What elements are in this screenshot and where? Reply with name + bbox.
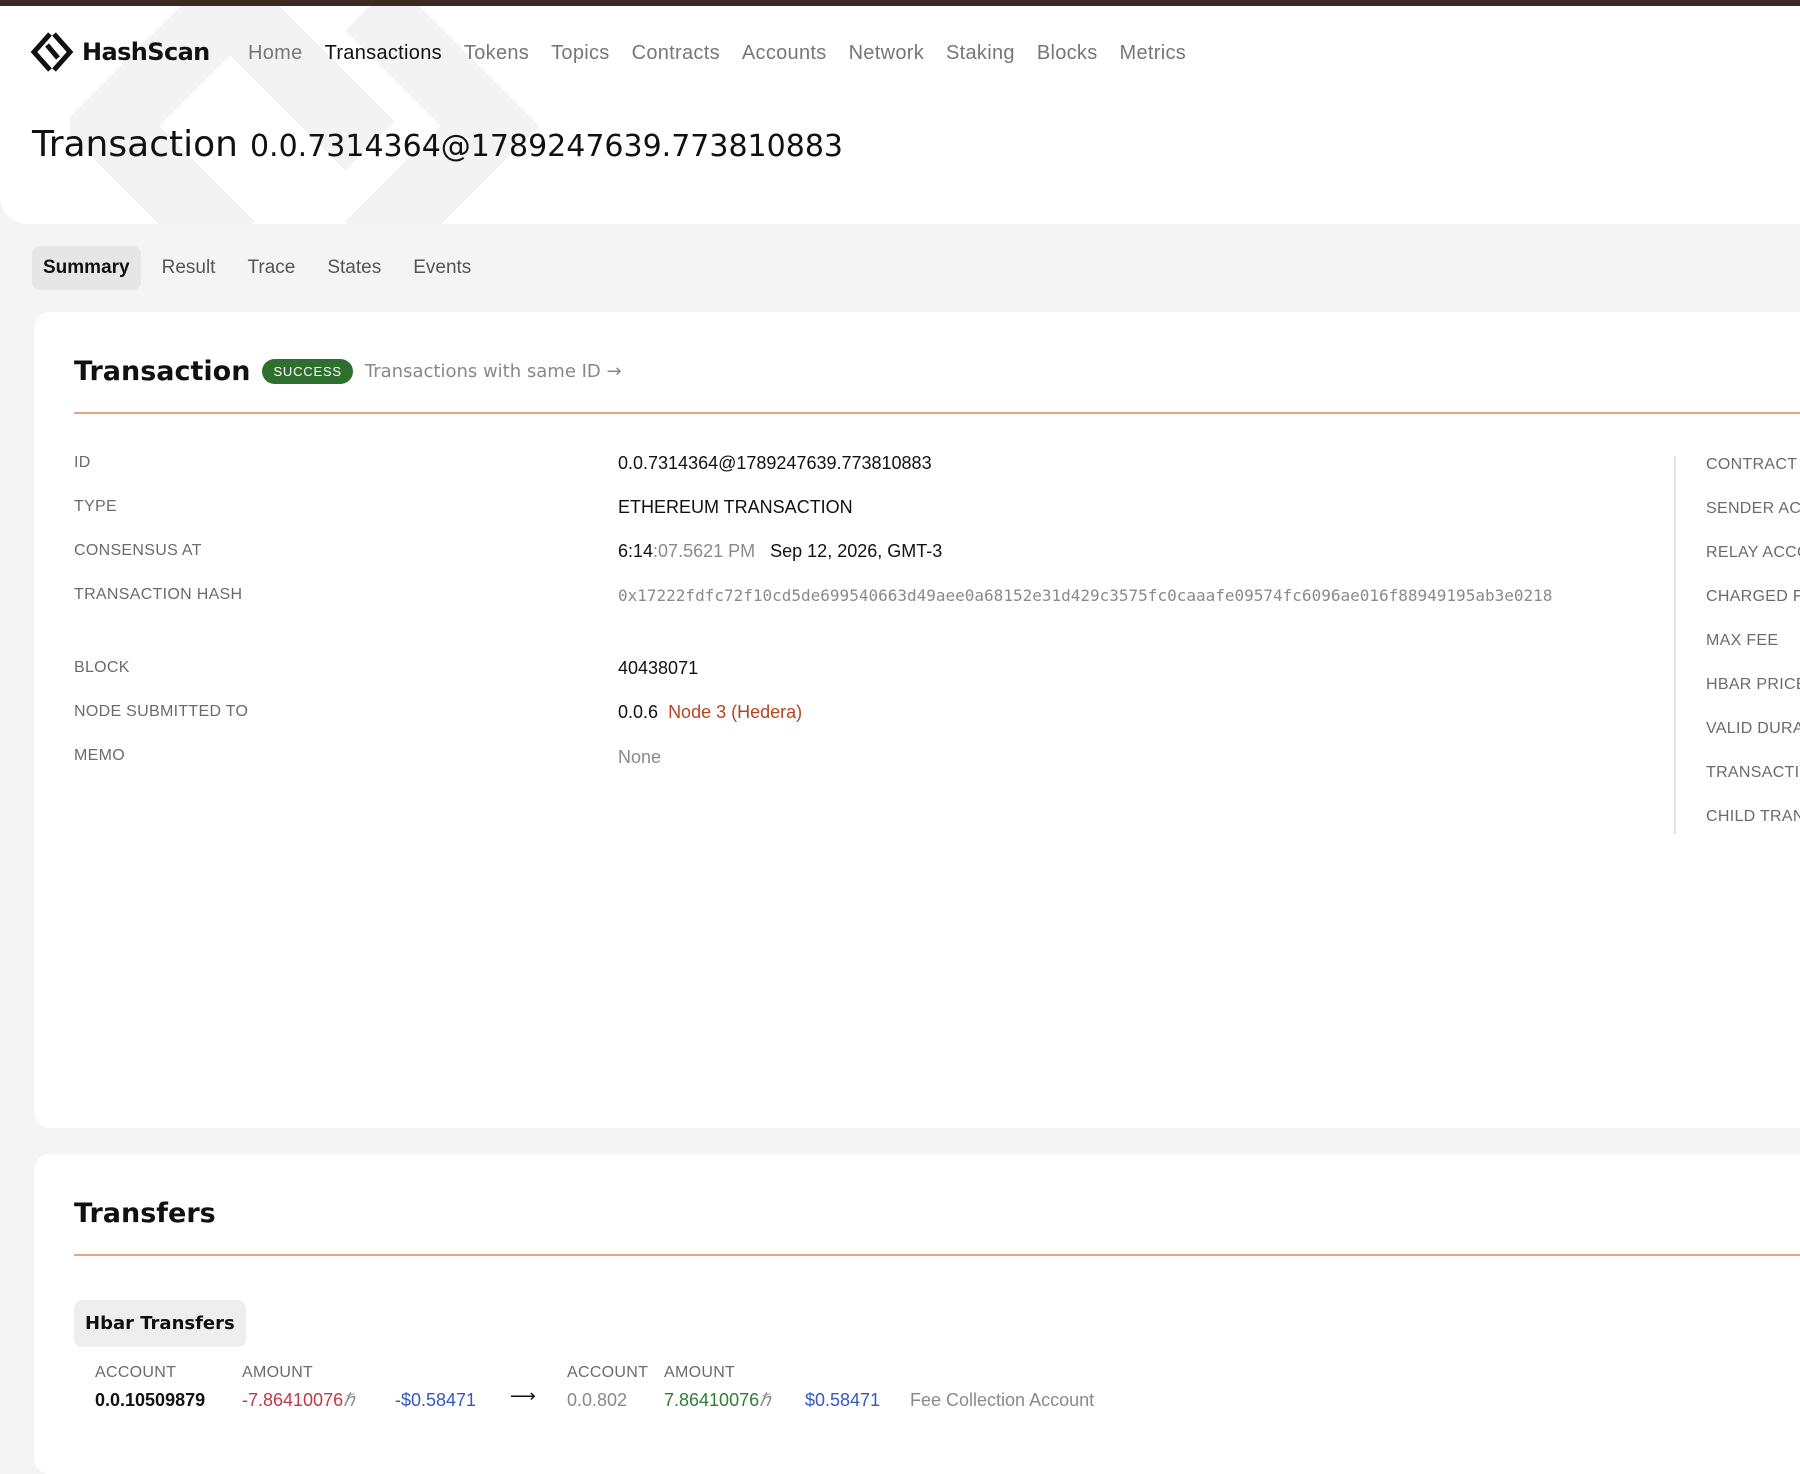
consensus-date: Sep 12, 2026, GMT-3 (770, 541, 943, 561)
page-title: Transaction 0.0.7314364@1789247639.77381… (32, 124, 843, 165)
page-title-word: Transaction (32, 124, 238, 165)
page-header: HashScan Home Transactions Tokens Topics… (0, 6, 1800, 224)
property-value-type: ETHEREUM TRANSACTION (618, 497, 853, 517)
same-id-link[interactable]: Transactions with same ID → (365, 361, 622, 382)
status-badge: SUCCESS (262, 359, 353, 384)
property-label-charged-fee: CHARGED FI (1706, 588, 1800, 605)
card-divider (74, 1254, 1800, 1256)
property-value-memo: None (618, 747, 662, 767)
transaction-card: Transaction SUCCESS Transactions with sa… (34, 312, 1800, 1128)
transfers-card-header: Transfers (74, 1198, 216, 1229)
to-account-description: Fee Collection Account (910, 1390, 1095, 1410)
nav-blocks[interactable]: Blocks (1037, 42, 1098, 65)
detail-tabs: Summary Result Trace States Events (32, 246, 482, 290)
property-value-block[interactable]: 40438071 (618, 658, 698, 679)
property-value-consensus: 6:14:07.5621 PM Sep 12, 2026, GMT-3 (618, 541, 942, 562)
column-separator (1674, 456, 1676, 834)
card-divider (74, 412, 1800, 414)
property-value-id: 0.0.7314364@1789247639.773810883 (618, 453, 932, 473)
column-header-amount: AMOUNT (664, 1364, 736, 1381)
page-title-id: 0.0.7314364@1789247639.773810883 (249, 129, 843, 164)
hashscan-logo[interactable]: HashScan (30, 30, 210, 74)
column-header-account: ACCOUNT (95, 1364, 177, 1381)
transfers-card: Transfers Hbar Transfers ACCOUNT AMOUNT … (34, 1154, 1800, 1474)
tab-trace[interactable]: Trace (236, 246, 306, 290)
nav-metrics[interactable]: Metrics (1120, 42, 1187, 65)
property-label-hbar-price: HBAR PRICE (1706, 676, 1800, 693)
from-amount: -7.86410076ℏ (242, 1390, 355, 1411)
hashscan-logo-icon (30, 32, 74, 72)
node-id[interactable]: 0.0.6 (618, 702, 658, 722)
property-label-valid-duration: VALID DURA (1706, 720, 1800, 737)
property-label-relay-account: RELAY ACCO (1706, 544, 1800, 561)
property-label-type: TYPE (74, 498, 117, 515)
column-header-account: ACCOUNT (567, 1364, 649, 1381)
to-amount: 7.86410076ℏ (664, 1390, 771, 1411)
property-label-consensus: CONSENSUS AT (74, 542, 202, 559)
nav-topics[interactable]: Topics (551, 42, 610, 65)
property-label-transaction: TRANSACTIO (1706, 764, 1800, 781)
property-label-sender-account: SENDER ACC (1706, 500, 1800, 517)
nav-tokens[interactable]: Tokens (464, 42, 529, 65)
tab-events[interactable]: Events (402, 246, 482, 290)
to-usd: $0.58471 (805, 1390, 881, 1410)
nav-home[interactable]: Home (248, 42, 303, 65)
nav-contracts[interactable]: Contracts (632, 42, 720, 65)
nav-network[interactable]: Network (849, 42, 924, 65)
from-account[interactable]: 0.0.10509879 (95, 1390, 205, 1411)
property-value-node: 0.0.6 Node 3 (Hedera) (618, 702, 802, 723)
property-label-id: ID (74, 454, 91, 471)
tab-summary[interactable]: Summary (32, 246, 141, 290)
transaction-card-header: Transaction SUCCESS Transactions with sa… (74, 356, 622, 387)
transfer-arrow-icon: ⟶ (510, 1386, 536, 1406)
from-amount-value: -7.86410076 (242, 1390, 344, 1410)
tab-states[interactable]: States (316, 246, 392, 290)
column-header-amount: AMOUNT (242, 1364, 314, 1381)
nav-staking[interactable]: Staking (946, 42, 1015, 65)
transfers-card-title: Transfers (74, 1198, 216, 1229)
property-label-child-transactions: CHILD TRAN (1706, 808, 1800, 825)
property-label-node: NODE SUBMITTED TO (74, 703, 249, 720)
nav-accounts[interactable]: Accounts (742, 42, 827, 65)
hbar-transfers-button[interactable]: Hbar Transfers (74, 1300, 246, 1347)
nav-transactions[interactable]: Transactions (325, 42, 442, 65)
consensus-time-main: 6:14 (618, 541, 654, 561)
from-usd: -$0.58471 (395, 1390, 477, 1410)
consensus-time-rest: :07.5621 PM (653, 541, 756, 561)
to-account[interactable]: 0.0.802 (567, 1390, 627, 1411)
property-label-contract: CONTRACT (1706, 456, 1798, 473)
hbar-symbol: ℏ (343, 1390, 355, 1410)
property-label-block: BLOCK (74, 659, 130, 676)
transaction-card-title: Transaction (74, 356, 251, 387)
app-name: HashScan (82, 38, 210, 66)
hbar-symbol: ℏ (759, 1390, 771, 1410)
main-nav: Home Transactions Tokens Topics Contract… (248, 42, 1186, 65)
property-label-max-fee: MAX FEE (1706, 632, 1779, 649)
node-name-link[interactable]: Node 3 (Hedera) (668, 702, 802, 722)
property-label-memo: MEMO (74, 747, 125, 764)
tab-result[interactable]: Result (151, 246, 227, 290)
property-value-hash: 0x17222fdfc72f10cd5de699540663d49aee0a68… (618, 586, 1553, 605)
to-amount-value: 7.86410076 (664, 1390, 760, 1410)
property-label-hash: TRANSACTION HASH (74, 586, 243, 603)
